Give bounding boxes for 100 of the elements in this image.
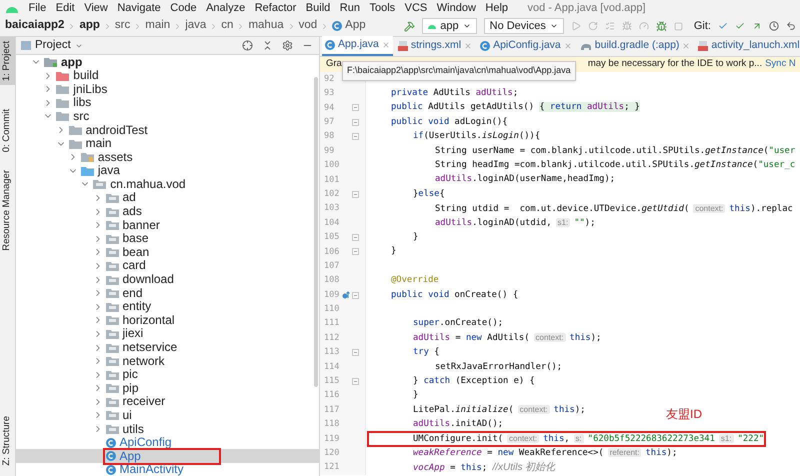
menu-item[interactable]: Analyze xyxy=(206,0,246,16)
tree-row[interactable]: MainActivity xyxy=(16,463,319,476)
tree-row[interactable]: banner xyxy=(16,218,319,232)
tree-row[interactable]: download xyxy=(16,272,319,286)
tree-item-label[interactable]: jniLibs xyxy=(73,82,108,96)
menu-item[interactable]: View xyxy=(84,0,108,16)
tree-row[interactable]: jniLibs xyxy=(16,82,319,96)
tree-item-label[interactable]: banner xyxy=(122,218,160,232)
fold-icon[interactable] xyxy=(352,118,359,126)
menu-item[interactable]: Refactor xyxy=(254,0,296,16)
locate-icon[interactable] xyxy=(242,40,253,52)
tree-item-label[interactable]: jiexi xyxy=(122,327,144,340)
fold-icon[interactable] xyxy=(352,378,359,385)
attach-debugger-icon[interactable] xyxy=(656,20,667,32)
tree-item-label[interactable]: receiver xyxy=(122,395,166,408)
tree-item-label[interactable]: base xyxy=(122,232,149,246)
tool-window-tab[interactable]: Resource Manager xyxy=(0,166,15,256)
update-icon[interactable] xyxy=(718,21,728,31)
tree-item-label[interactable]: MainActivity xyxy=(120,463,184,476)
tree-row[interactable]: pic xyxy=(16,368,319,382)
tree-row[interactable]: ad xyxy=(16,191,319,205)
tree-item-label[interactable]: card xyxy=(122,259,146,272)
breadcrumb[interactable]: app xyxy=(79,17,100,35)
tree-item-label[interactable]: pip xyxy=(122,382,139,395)
tree-row[interactable]: base xyxy=(16,232,319,246)
collapse-icon[interactable] xyxy=(262,40,273,52)
tree-row[interactable]: build xyxy=(16,68,319,82)
tree-item-label[interactable]: bean xyxy=(122,246,150,259)
editor-tab[interactable]: strings.xml xyxy=(394,36,476,56)
tree-row[interactable]: utils xyxy=(16,422,319,436)
tree-item-label[interactable]: App xyxy=(120,450,141,463)
rollback-icon[interactable] xyxy=(786,21,796,31)
sync-link[interactable]: Sync N xyxy=(765,57,796,72)
fold-icon[interactable] xyxy=(352,349,359,356)
tree-row[interactable]: horizontal xyxy=(16,314,319,328)
menu-item[interactable]: VCS xyxy=(404,0,428,16)
tree-row[interactable]: main xyxy=(16,136,319,150)
editor-tab[interactable]: ApiConfig.java xyxy=(477,36,575,56)
fold-icon[interactable] xyxy=(352,234,359,241)
close-icon[interactable] xyxy=(382,41,390,49)
breadcrumb[interactable]: src xyxy=(114,17,130,35)
breadcrumb[interactable]: main xyxy=(145,17,170,35)
tree-item-label[interactable]: entity xyxy=(122,300,152,314)
commit-icon[interactable] xyxy=(735,21,745,31)
tool-window-tab[interactable]: 0: Commit xyxy=(0,105,15,156)
tree-item-label[interactable]: java xyxy=(98,164,120,178)
device-dropdown[interactable]: No Devices xyxy=(484,18,564,34)
menu-item[interactable]: Code xyxy=(170,0,197,16)
breadcrumb[interactable]: cn xyxy=(221,17,234,35)
breadcrumb[interactable]: java xyxy=(185,17,206,35)
tab-label[interactable]: App.java xyxy=(338,37,379,53)
tree-row[interactable]: app xyxy=(16,55,319,69)
menu-item[interactable]: Run xyxy=(340,0,360,16)
tree-item-label[interactable]: network xyxy=(122,354,165,368)
tab-label[interactable]: build.gradle (:app) xyxy=(594,38,680,54)
tree-row[interactable]: ads xyxy=(16,204,319,218)
fold-icon[interactable] xyxy=(352,190,359,198)
fold-icon[interactable] xyxy=(352,104,359,112)
tree-item-label[interactable]: horizontal xyxy=(122,314,175,327)
tree-row[interactable]: jiexi xyxy=(16,327,319,341)
tree-item-label[interactable]: libs xyxy=(73,96,92,110)
tree-row[interactable]: libs xyxy=(16,96,319,110)
tool-window-tab[interactable]: 1: Project xyxy=(0,37,15,86)
build-icon[interactable] xyxy=(404,20,416,32)
tree-item-label[interactable]: utils xyxy=(122,422,144,436)
tree-item-label[interactable]: app xyxy=(61,56,82,69)
fold-icon[interactable] xyxy=(352,292,359,299)
tree-row[interactable]: end xyxy=(16,286,319,300)
tree-item-label[interactable]: cn.mahua.vod xyxy=(110,178,186,191)
tree-item-label[interactable]: ApiConfig xyxy=(120,436,172,450)
tree-row[interactable]: java xyxy=(16,164,319,178)
fold-icon[interactable] xyxy=(352,133,359,140)
history-icon[interactable] xyxy=(769,21,779,31)
panel-title-dropdown[interactable]: Project xyxy=(35,37,83,54)
tree-item-label[interactable]: assets xyxy=(98,150,133,164)
editor-tab[interactable]: App.java xyxy=(322,36,393,56)
tree-row[interactable]: cn.mahua.vod xyxy=(16,178,319,192)
tree-row[interactable]: receiver xyxy=(16,395,319,409)
tree-row[interactable]: ui xyxy=(16,408,319,422)
tree-row[interactable]: bean xyxy=(16,246,319,260)
tree-row[interactable]: network xyxy=(16,354,319,368)
tree-item-label[interactable]: ads xyxy=(122,205,142,218)
tree-row[interactable]: pip xyxy=(16,382,319,396)
scrollbar[interactable] xyxy=(314,77,318,388)
fold-icon[interactable] xyxy=(352,248,359,256)
close-icon[interactable] xyxy=(564,42,572,50)
tree-row[interactable]: src xyxy=(16,110,319,124)
tree-item-label[interactable]: ad xyxy=(122,191,136,204)
tree-row[interactable]: ApiConfig xyxy=(16,436,319,450)
close-icon[interactable] xyxy=(464,42,472,50)
menu-item[interactable]: Help xyxy=(485,0,508,16)
menu-item[interactable]: Edit xyxy=(56,0,75,16)
config-dropdown[interactable]: app xyxy=(422,18,477,34)
close-icon[interactable] xyxy=(682,42,690,50)
settings-icon[interactable] xyxy=(282,40,293,52)
breadcrumb[interactable]: mahua xyxy=(248,17,284,35)
tree-item-label[interactable]: netservice xyxy=(122,341,178,354)
tab-label[interactable]: ApiConfig.java xyxy=(493,38,561,54)
tree-row[interactable]: App xyxy=(16,449,319,464)
menu-item[interactable]: Tools xyxy=(369,0,396,16)
